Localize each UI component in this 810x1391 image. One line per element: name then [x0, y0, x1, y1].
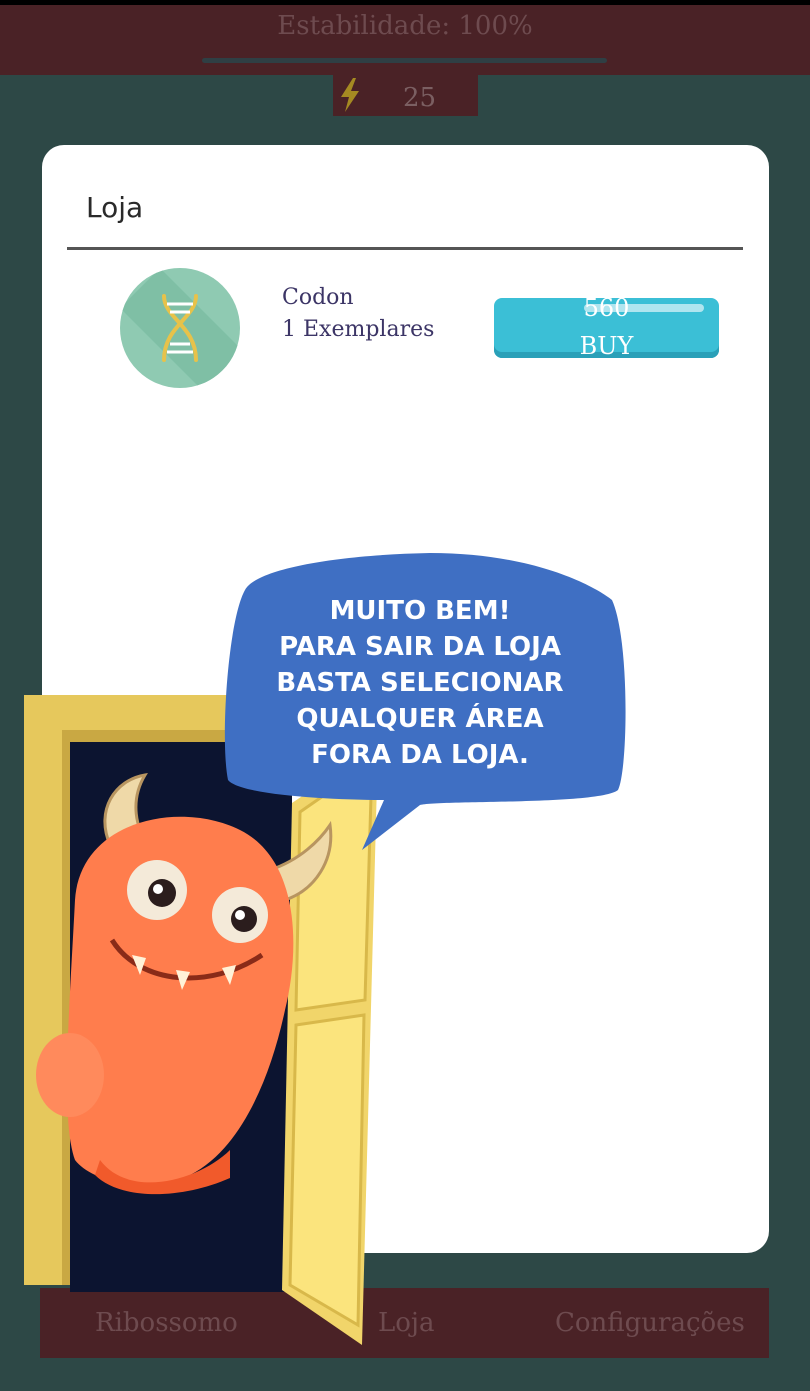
- tutorial-message: MUITO BEM! PARA SAIR DA LOJA BASTA SELEC…: [276, 596, 564, 770]
- monster-hand: [36, 1033, 104, 1117]
